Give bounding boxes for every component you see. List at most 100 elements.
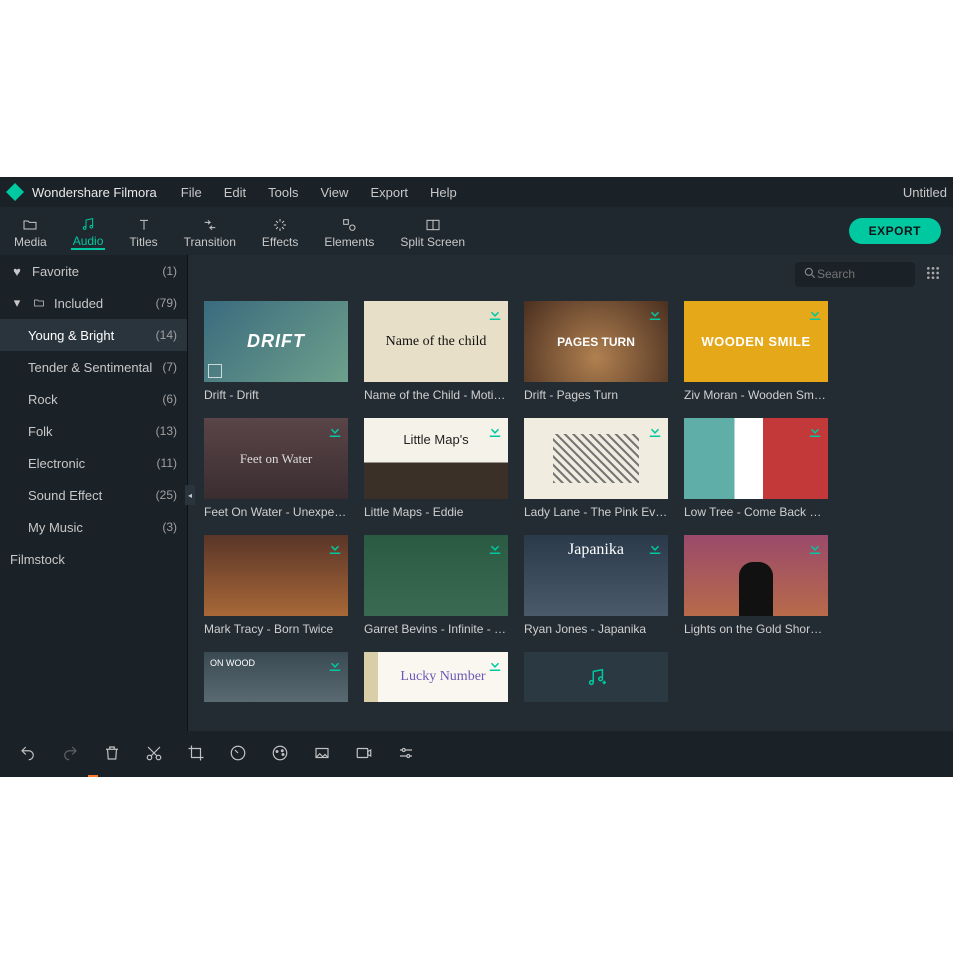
track-card[interactable]: Garret Bevins - Infinite - S… — [364, 535, 508, 636]
track-thumbnail[interactable] — [524, 418, 668, 499]
add-music-tile[interactable] — [524, 652, 668, 702]
track-card[interactable]: Mark Tracy - Born Twice — [204, 535, 348, 636]
sidebar-collapse-handle[interactable]: ◂ — [185, 485, 195, 505]
track-card[interactable]: Ziv Moran - Wooden Smi… — [684, 301, 828, 402]
track-thumbnail[interactable] — [364, 301, 508, 382]
sidebar-cat-electronic[interactable]: Electronic (11) — [0, 447, 187, 479]
download-icon[interactable] — [326, 656, 344, 674]
track-title: Drift - Pages Turn — [524, 388, 668, 402]
track-title: Drift - Drift — [204, 388, 348, 402]
redo-button[interactable] — [60, 743, 80, 763]
sidebar-included[interactable]: ▾ Included (79) — [0, 287, 187, 319]
track-card[interactable] — [204, 652, 348, 702]
download-icon[interactable] — [486, 656, 504, 674]
track-card[interactable]: Lights on the Gold Shore … — [684, 535, 828, 636]
track-thumbnail[interactable] — [364, 418, 508, 499]
sidebar-cat-folk[interactable]: Folk (13) — [0, 415, 187, 447]
menu-bar: File Edit Tools View Export Help — [181, 185, 457, 200]
delete-button[interactable] — [102, 743, 122, 763]
track-card[interactable]: Little Maps - Eddie — [364, 418, 508, 519]
included-label: Included — [54, 296, 156, 311]
sidebar-cat-rock[interactable]: Rock (6) — [0, 383, 187, 415]
track-thumbnail[interactable] — [204, 535, 348, 616]
adjust-button[interactable] — [396, 743, 416, 763]
export-button[interactable]: EXPORT — [849, 218, 941, 244]
track-thumbnail[interactable] — [204, 418, 348, 499]
sidebar-cat-tender[interactable]: Tender & Sentimental (7) — [0, 351, 187, 383]
text-icon — [134, 217, 154, 233]
menu-view[interactable]: View — [320, 185, 348, 200]
tab-media[interactable]: Media — [12, 213, 49, 249]
tab-audio[interactable]: Audio — [71, 212, 106, 250]
tab-transition[interactable]: Transition — [182, 213, 238, 249]
download-icon[interactable] — [486, 539, 504, 557]
tab-label: Split Screen — [400, 235, 465, 249]
favorite-count: (1) — [162, 264, 177, 278]
menu-help[interactable]: Help — [430, 185, 457, 200]
track-card[interactable]: Drift - Pages Turn — [524, 301, 668, 402]
track-card[interactable]: Ryan Jones - Japanika — [524, 535, 668, 636]
speed-button[interactable] — [228, 743, 248, 763]
tab-label: Elements — [324, 235, 374, 249]
download-icon[interactable] — [486, 305, 504, 323]
tab-split-screen[interactable]: Split Screen — [398, 213, 467, 249]
download-icon[interactable] — [806, 305, 824, 323]
favorite-label: Favorite — [32, 264, 162, 279]
menu-export[interactable]: Export — [370, 185, 408, 200]
menu-file[interactable]: File — [181, 185, 202, 200]
folder-icon — [20, 217, 40, 233]
track-thumbnail[interactable] — [204, 301, 348, 382]
menu-edit[interactable]: Edit — [224, 185, 246, 200]
download-icon[interactable] — [806, 422, 824, 440]
sidebar-cat-young-bright[interactable]: Young & Bright (14) — [0, 319, 187, 351]
track-thumbnail[interactable] — [204, 652, 348, 702]
download-icon[interactable] — [486, 422, 504, 440]
tab-titles[interactable]: Titles — [127, 213, 159, 249]
tab-elements[interactable]: Elements — [322, 213, 376, 249]
download-icon[interactable] — [806, 539, 824, 557]
grid-view-icon[interactable] — [925, 265, 941, 284]
search-box[interactable] — [795, 262, 915, 287]
sidebar-favorite[interactable]: ♥ Favorite (1) — [0, 255, 187, 287]
content-toolbar — [188, 255, 953, 293]
download-icon[interactable] — [646, 422, 664, 440]
record-button[interactable] — [354, 743, 374, 763]
track-card[interactable]: Low Tree - Come Back H… — [684, 418, 828, 519]
color-button[interactable] — [270, 743, 290, 763]
main-body: ♥ Favorite (1) ▾ Included (79) Young & B… — [0, 255, 953, 731]
crop-button[interactable] — [186, 743, 206, 763]
track-card[interactable]: Name of the Child - Moti… — [364, 301, 508, 402]
track-thumbnail[interactable] — [364, 535, 508, 616]
timeline-ruler[interactable] — [0, 775, 953, 777]
title-bar: Wondershare Filmora File Edit Tools View… — [0, 177, 953, 207]
undo-button[interactable] — [18, 743, 38, 763]
track-title: Feet On Water - Unexpec… — [204, 505, 348, 519]
tab-effects[interactable]: Effects — [260, 213, 300, 249]
search-input[interactable] — [817, 267, 897, 281]
folder-icon — [32, 296, 46, 310]
menu-tools[interactable]: Tools — [268, 185, 298, 200]
track-title: Low Tree - Come Back H… — [684, 505, 828, 519]
track-thumbnail[interactable] — [684, 535, 828, 616]
track-thumbnail[interactable] — [524, 535, 668, 616]
track-card[interactable]: Lady Lane - The Pink Eve… — [524, 418, 668, 519]
track-card[interactable] — [364, 652, 508, 702]
download-icon[interactable] — [646, 305, 664, 323]
app-title: Wondershare Filmora — [32, 185, 157, 200]
add-music-icon — [524, 652, 668, 702]
track-title: Ryan Jones - Japanika — [524, 622, 668, 636]
download-icon[interactable] — [326, 539, 344, 557]
track-card[interactable]: Feet On Water - Unexpec… — [204, 418, 348, 519]
track-thumbnail[interactable] — [364, 652, 508, 702]
sidebar-cat-sound-effect[interactable]: Sound Effect (25) — [0, 479, 187, 511]
sidebar-cat-my-music[interactable]: My Music (3) — [0, 511, 187, 543]
download-icon[interactable] — [646, 539, 664, 557]
green-screen-button[interactable] — [312, 743, 332, 763]
sidebar-filmstock[interactable]: Filmstock — [0, 543, 187, 575]
track-thumbnail[interactable] — [684, 301, 828, 382]
download-icon[interactable] — [326, 422, 344, 440]
cut-button[interactable] — [144, 743, 164, 763]
track-thumbnail[interactable] — [524, 301, 668, 382]
track-thumbnail[interactable] — [684, 418, 828, 499]
track-card[interactable]: Drift - Drift — [204, 301, 348, 402]
